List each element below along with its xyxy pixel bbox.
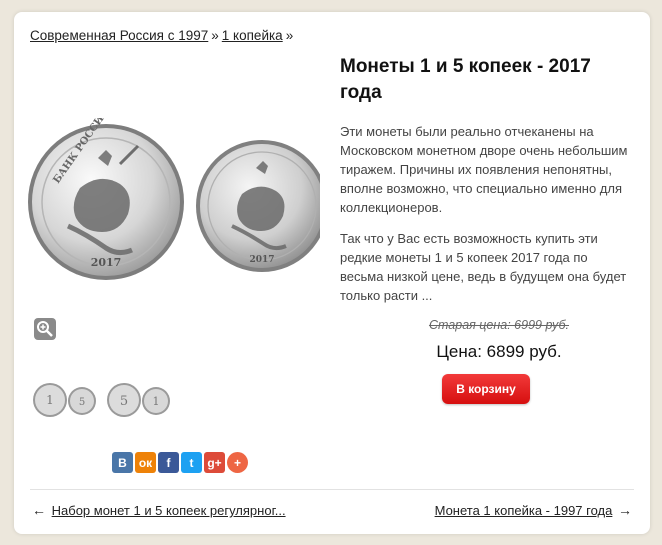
divider xyxy=(30,489,634,490)
product-main-image[interactable]: 2017 БАНК РОССИИ 2017 xyxy=(28,106,328,286)
prev-product-link[interactable]: Набор монет 1 и 5 копеек регулярног... xyxy=(52,503,286,518)
breadcrumb-separator: » xyxy=(285,28,294,43)
facebook-share-icon[interactable]: f xyxy=(158,452,179,473)
thumbnail-2[interactable]: 5 1 xyxy=(106,380,174,420)
vk-share-icon[interactable]: В xyxy=(112,452,133,473)
description-paragraph-1: Эти монеты были реально отчеканены на Мо… xyxy=(340,124,628,215)
next-product-nav: Монета 1 копейка - 1997 года → xyxy=(435,502,634,518)
product-card: Современная Россия с 1997» 1 копейка» 20… xyxy=(14,12,650,534)
breadcrumb: Современная Россия с 1997» 1 копейка» xyxy=(30,28,296,43)
google-plus-share-icon[interactable]: g+ xyxy=(204,452,225,473)
coins-thumbnail: 1 5 xyxy=(33,383,96,417)
svg-text:1: 1 xyxy=(153,395,160,408)
product-title: Монеты 1 и 5 копеек - 2017 года xyxy=(340,56,591,103)
left-arrow-icon: ← xyxy=(32,502,46,518)
social-share-buttons: В ок f t g+ + xyxy=(112,452,248,473)
zoom-button[interactable] xyxy=(34,318,56,340)
thumbnail-strip: 1 5 5 1 xyxy=(32,380,192,420)
thumbnail-1[interactable]: 1 5 xyxy=(32,380,100,420)
coins-photo: 2017 БАНК РОССИИ 2017 xyxy=(28,106,328,280)
twitter-share-icon[interactable]: t xyxy=(181,452,202,473)
svg-text:1: 1 xyxy=(46,393,54,407)
breadcrumb-separator: » xyxy=(211,28,219,43)
breadcrumb-link-1-kopeck[interactable]: 1 копейка xyxy=(222,28,283,43)
coin-year: 2017 xyxy=(91,256,122,269)
right-arrow-icon: → xyxy=(618,502,632,518)
svg-text:5: 5 xyxy=(120,394,128,409)
svg-text:5: 5 xyxy=(79,397,85,408)
prev-product-nav: ← Набор монет 1 и 5 копеек регулярног... xyxy=(30,502,286,518)
add-to-cart-button[interactable]: В корзину xyxy=(442,374,530,404)
old-price: Старая цена: 6999 руб. xyxy=(428,318,570,332)
ok-share-icon[interactable]: ок xyxy=(135,452,156,473)
more-share-icon[interactable]: + xyxy=(227,452,248,473)
next-product-link[interactable]: Монета 1 копейка - 1997 года xyxy=(435,503,613,518)
description-paragraph-2: Так что у Вас есть возможность купить эт… xyxy=(340,231,627,303)
coins-thumbnail: 5 1 xyxy=(107,383,170,417)
product-description: Эти монеты были реально отчеканены на Мо… xyxy=(340,122,632,317)
magnifier-icon xyxy=(37,321,53,337)
svg-text:2017: 2017 xyxy=(249,255,274,265)
breadcrumb-link-modern-russia[interactable]: Современная Россия с 1997 xyxy=(30,28,208,43)
current-price: Цена: 6899 руб. xyxy=(436,342,562,361)
